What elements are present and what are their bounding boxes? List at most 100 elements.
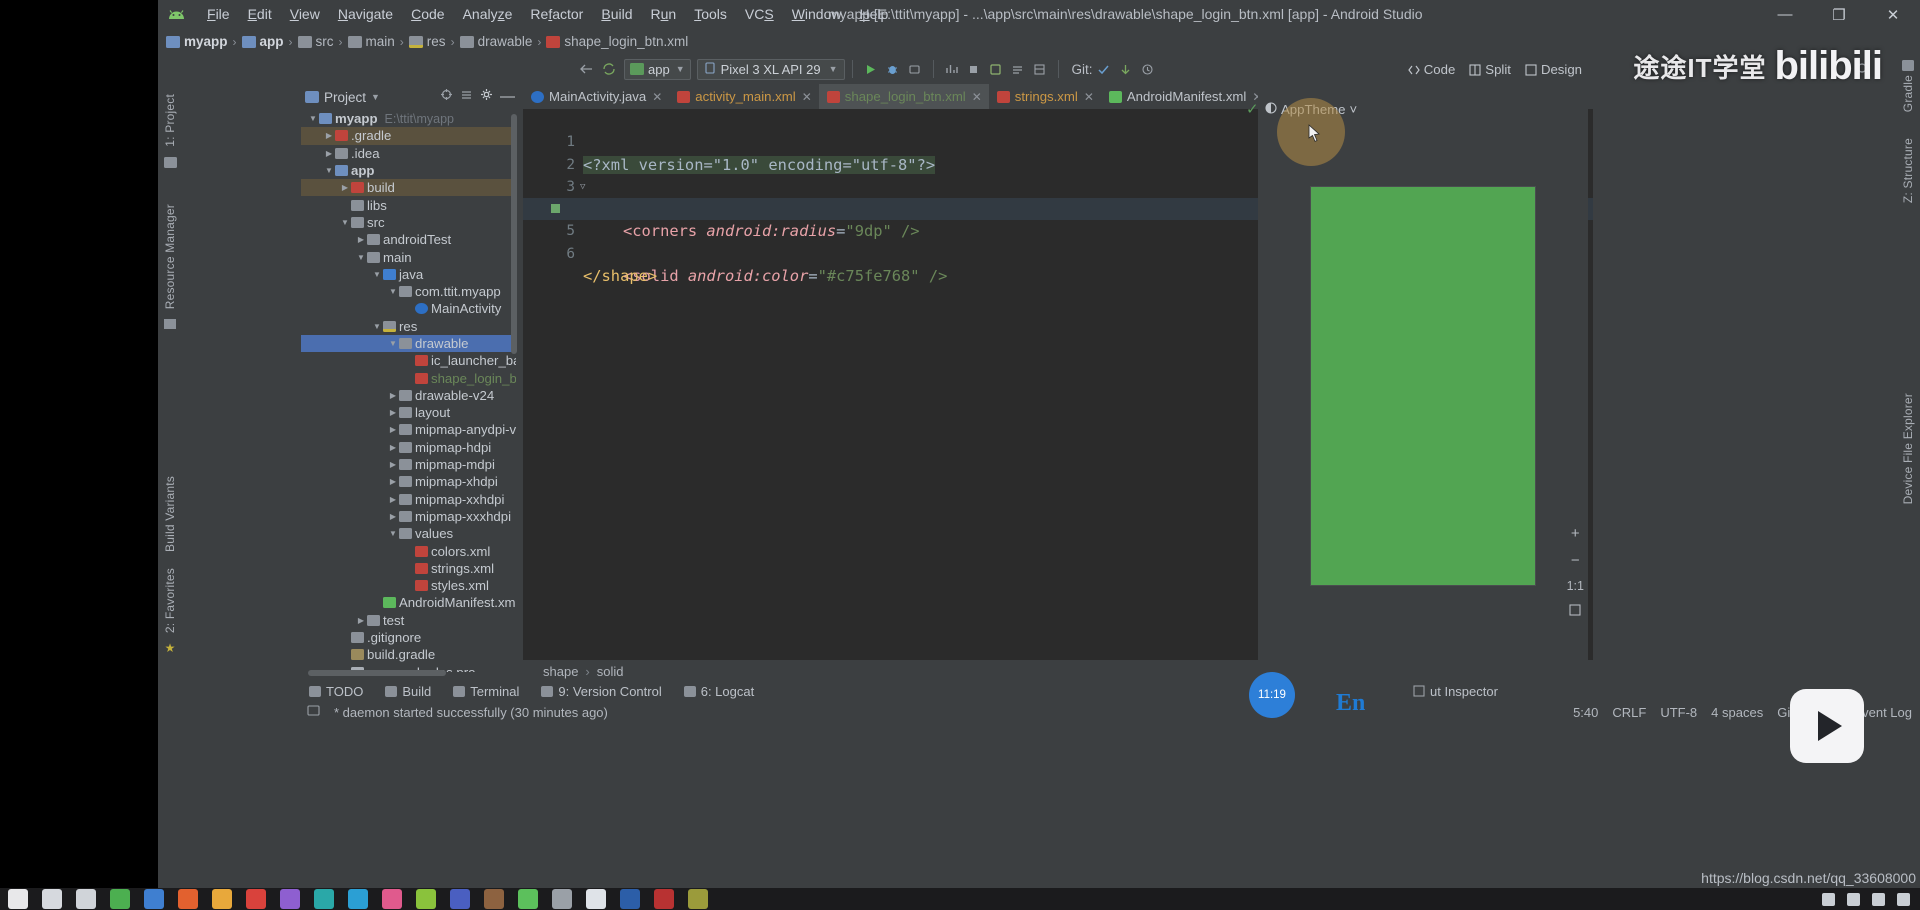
hide-panel-icon[interactable]: —	[500, 89, 515, 104]
chevron-right-icon[interactable]: ▶	[387, 408, 399, 417]
tool-window-favorites[interactable]: 2: Favorites	[163, 568, 177, 633]
bottom-tool-terminal[interactable]: Terminal	[453, 684, 519, 699]
editor-tab-close-icon[interactable]: ✕	[652, 90, 662, 104]
zoom-out-button[interactable]: −	[1571, 552, 1580, 569]
stop-icon[interactable]	[963, 58, 985, 80]
tree-node-mipmap-mdpi[interactable]: ▶ mipmap-mdpi	[301, 456, 516, 473]
chevron-right-icon[interactable]: ▶	[387, 512, 399, 521]
taskbar-app-purple-icon[interactable]	[280, 889, 300, 909]
fit-screen-icon[interactable]	[1569, 603, 1581, 620]
taskbar-app-olive-icon[interactable]	[688, 889, 708, 909]
chevron-down-icon[interactable]: ▼	[371, 92, 380, 102]
bottom-tool-build[interactable]: Build	[385, 684, 431, 699]
tree-node-myapp[interactable]: ▼ myapp E:\ttit\myapp	[301, 110, 516, 127]
chevron-right-icon[interactable]: ▶	[387, 495, 399, 504]
breadcrumb-app[interactable]: app	[241, 34, 284, 49]
taskbar-app-darkblue-icon[interactable]	[620, 889, 640, 909]
taskbar-app-yellow-icon[interactable]	[212, 889, 232, 909]
taskbar-app-brown-icon[interactable]	[484, 889, 504, 909]
tree-node-mainactivity[interactable]: MainActivity	[301, 300, 516, 317]
tree-node-src[interactable]: ▼ src	[301, 214, 516, 231]
sdk-manager-icon[interactable]	[1007, 58, 1029, 80]
tree-node-test[interactable]: ▶ test	[301, 612, 516, 629]
taskbar-app-blue-icon[interactable]	[144, 889, 164, 909]
file-encoding[interactable]: UTF-8	[1660, 705, 1697, 720]
device-selector[interactable]: Pixel 3 XL API 29 ▼	[696, 58, 845, 80]
tree-node-com-ttit-myapp[interactable]: ▼ com.ttit.myapp	[301, 283, 516, 300]
project-tree-hscrollbar[interactable]	[308, 670, 446, 676]
taskbar-search-icon[interactable]	[42, 889, 62, 909]
attach-debugger-icon[interactable]	[904, 58, 926, 80]
tree-node-build-gradle[interactable]: build.gradle	[301, 646, 516, 663]
tree-node-layout[interactable]: ▶ layout	[301, 404, 516, 421]
project-tree-scrollbar[interactable]	[511, 114, 517, 354]
chevron-right-icon[interactable]: ▶	[387, 425, 399, 434]
tree-node-mipmap-anydpi-v26[interactable]: ▶ mipmap-anydpi-v26	[301, 421, 516, 438]
chevron-down-icon[interactable]: ▼	[307, 114, 319, 123]
menu-edit[interactable]: Edit	[239, 0, 281, 29]
chevron-right-icon[interactable]: ▶	[387, 443, 399, 452]
taskbar-start-button[interactable]	[8, 889, 28, 909]
chevron-down-icon[interactable]: ▼	[371, 270, 383, 279]
tray-volume-icon[interactable]	[1847, 892, 1860, 906]
tree-node-drawable[interactable]: ▼ drawable	[301, 334, 516, 353]
breadcrumb-file[interactable]: shape_login_btn.xml	[546, 34, 688, 49]
chevron-down-icon[interactable]: ▼	[339, 218, 351, 227]
git-update-icon[interactable]	[1115, 58, 1137, 80]
layout-inspector-button[interactable]: ut Inspector	[1413, 680, 1498, 702]
chevron-right-icon[interactable]: ▶	[387, 391, 399, 400]
tray-network-icon[interactable]	[1822, 892, 1835, 906]
chevron-right-icon[interactable]: ▶	[355, 616, 367, 625]
avd-manager-icon[interactable]	[985, 58, 1007, 80]
chevron-down-icon[interactable]: ▼	[355, 253, 367, 262]
tool-window-project[interactable]: 1: Project	[163, 94, 177, 147]
chevron-down-icon[interactable]: ▼	[387, 287, 399, 296]
maximize-button[interactable]: ❐	[1812, 0, 1866, 29]
taskbar-app-grey-icon[interactable]	[552, 889, 572, 909]
tool-window-structure[interactable]: Z: Structure	[1901, 138, 1915, 203]
gear-icon[interactable]	[480, 88, 493, 106]
git-history-icon[interactable]	[1137, 58, 1159, 80]
layout-inspector-icon[interactable]	[1029, 58, 1051, 80]
chevron-down-icon[interactable]: ▼	[371, 322, 383, 331]
chevron-right-icon[interactable]: ▶	[387, 460, 399, 469]
taskbar-android-studio-icon[interactable]	[518, 889, 538, 909]
tree-node-mipmap-xhdpi[interactable]: ▶ mipmap-xhdpi	[301, 473, 516, 490]
tool-window-build-variants[interactable]: Build Variants	[163, 476, 177, 552]
taskbar-app-red-icon[interactable]	[246, 889, 266, 909]
menu-navigate[interactable]: Navigate	[329, 0, 402, 29]
menu-vcs[interactable]: VCS	[736, 0, 783, 29]
tree-node-res[interactable]: ▼ res	[301, 318, 516, 335]
close-button[interactable]: ✕	[1866, 0, 1920, 29]
profile-icon[interactable]	[941, 58, 963, 80]
tree-node-androidtest[interactable]: ▶ androidTest	[301, 231, 516, 248]
tree-node--gitignore[interactable]: .gitignore	[301, 629, 516, 646]
editor-tab-strings-xml[interactable]: strings.xml ✕	[989, 84, 1101, 109]
menu-file[interactable]: File	[198, 0, 239, 29]
tray-notification-icon[interactable]	[1897, 892, 1910, 906]
breadcrumb-myapp[interactable]: myapp	[166, 34, 228, 49]
tree-node-colors-xml[interactable]: colors.xml	[301, 542, 516, 559]
target-icon[interactable]	[440, 88, 453, 106]
tree-node-androidmanifest-xml[interactable]: AndroidManifest.xml	[301, 594, 516, 611]
editor-breadcrumb-solid[interactable]: solid	[597, 664, 624, 679]
chevron-right-icon[interactable]: ▶	[387, 477, 399, 486]
mode-split-button[interactable]: Split	[1469, 62, 1511, 77]
tree-node-libs[interactable]: libs	[301, 196, 516, 213]
tree-node-ic-launcher-backgr[interactable]: ic_launcher_backgr	[301, 352, 516, 369]
bottom-tool-todo[interactable]: TODO	[309, 684, 363, 699]
editor-tab-activity-main-xml[interactable]: activity_main.xml ✕	[669, 84, 818, 109]
run-icon[interactable]	[860, 58, 882, 80]
tree-node-styles-xml[interactable]: styles.xml	[301, 577, 516, 594]
status-event-icon[interactable]	[307, 705, 320, 720]
taskbar-app-orange-icon[interactable]	[178, 889, 198, 909]
caret-position[interactable]: 5:40	[1573, 705, 1598, 720]
menu-analyze[interactable]: Analyze	[454, 0, 522, 29]
zoom-in-button[interactable]: +	[1571, 525, 1580, 542]
taskbar-app-teal-icon[interactable]	[314, 889, 334, 909]
menu-run[interactable]: Run	[641, 0, 685, 29]
breadcrumb-res[interactable]: res	[408, 34, 446, 49]
tree-node--idea[interactable]: ▶ .idea	[301, 145, 516, 162]
tree-node-mipmap-xxxhdpi[interactable]: ▶ mipmap-xxxhdpi	[301, 508, 516, 525]
taskbar-app-indigo-icon[interactable]	[450, 889, 470, 909]
